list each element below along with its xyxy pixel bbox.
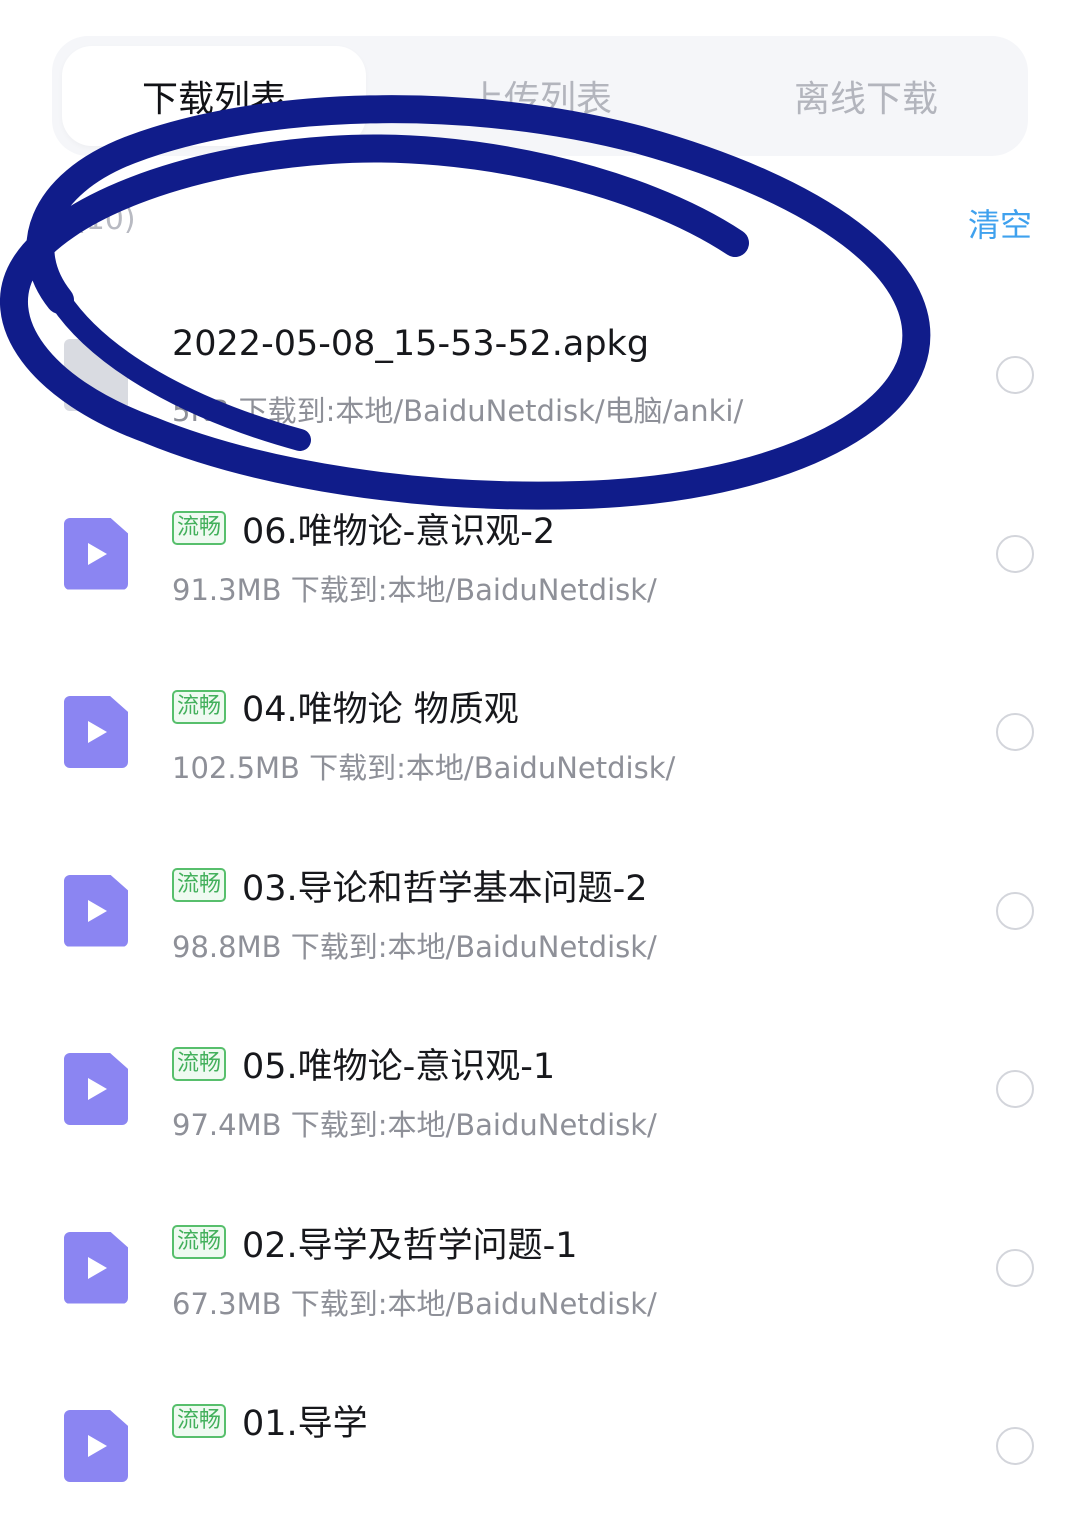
download-item[interactable]: 流畅 04.唯物论 物质观 102.5MB 下载到:本地/BaiduNetdisk/ xyxy=(0,641,1080,820)
item-title-line: 流畅 06.唯物论-意识观-2 xyxy=(172,503,555,554)
quality-badge: 流畅 xyxy=(172,1046,227,1081)
quality-badge: 流畅 xyxy=(172,689,227,724)
select-checkbox[interactable] xyxy=(996,713,1034,751)
select-checkbox[interactable] xyxy=(996,534,1034,573)
file-name: 04.唯物论 物质观 xyxy=(242,690,519,730)
select-checkbox[interactable] xyxy=(996,1070,1034,1108)
file-name: 03.导论和哲学基本问题-2 xyxy=(242,868,648,909)
file-meta: 67.3MB 下载到:本地/BaiduNetdisk/ xyxy=(172,1286,657,1321)
item-title-line: 流畅 02.导学及哲学问题-1 xyxy=(172,1217,578,1268)
video-file-icon xyxy=(64,517,128,590)
quality-badge: 流畅 xyxy=(172,511,227,545)
play-icon xyxy=(88,1256,107,1279)
download-item[interactable]: 流畅 01.导学 xyxy=(0,1355,1080,1534)
play-icon xyxy=(88,1435,107,1457)
item-title-line: 流畅 05.唯物论-意识观-1 xyxy=(172,1038,555,1089)
file-name: 06.唯物论-意识观-2 xyxy=(242,511,556,552)
file-meta: 102.5MB 下载到:本地/BaiduNetdisk/ xyxy=(172,751,676,785)
play-icon xyxy=(88,899,107,922)
item-title-line: 2022-05-08_15-53-52.apkg xyxy=(172,324,649,364)
file-name: 2022-05-08_15-53-52.apkg xyxy=(172,324,650,364)
select-checkbox[interactable] xyxy=(996,1248,1034,1287)
download-item[interactable]: 流畅 03.导论和哲学基本问题-2 98.8MB 下载到:本地/BaiduNetdi… xyxy=(0,820,1080,999)
file-meta: 97.4MB 下载到:本地/BaiduNetdisk/ xyxy=(172,1108,657,1142)
file-name: 05.唯物论-意识观-1 xyxy=(242,1047,556,1087)
tab-download-list[interactable]: 下载列表 xyxy=(62,46,366,146)
file-name: 01.导学 xyxy=(242,1404,368,1444)
video-file-icon xyxy=(64,1231,128,1304)
select-checkbox[interactable] xyxy=(996,356,1034,394)
tab-upload-list[interactable]: 上传列表 xyxy=(388,46,692,146)
quality-badge: 流畅 xyxy=(172,1403,227,1438)
file-meta: 98.8MB 下载到:本地/BaiduNetdisk/ xyxy=(172,929,657,964)
select-checkbox[interactable] xyxy=(996,1427,1034,1465)
item-title-line: 流畅 01.导学 xyxy=(172,1395,368,1446)
file-name: 02.导学及哲学问题-1 xyxy=(242,1225,578,1266)
item-title-line: 流畅 04.唯物论 物质观 xyxy=(172,681,519,732)
video-file-icon xyxy=(64,1410,128,1482)
download-item[interactable]: 流畅 06.唯物论-意识观-2 91.3MB 下载到:本地/BaiduNetdisk… xyxy=(0,463,1080,642)
file-meta: 91.3MB 下载到:本地/BaiduNetdisk/ xyxy=(172,572,657,607)
download-item[interactable]: 2022-05-08_15-53-52.apkg 5KB 下载到:本地/Baidu… xyxy=(0,284,1080,463)
download-list: 2022-05-08_15-53-52.apkg 5KB 下载到:本地/Baidu… xyxy=(0,284,1080,1534)
download-item[interactable]: 流畅 02.导学及哲学问题-1 67.3MB 下载到:本地/BaiduNetdisk… xyxy=(0,1177,1080,1356)
section-count: (10) xyxy=(74,202,136,237)
video-file-icon xyxy=(64,1053,128,1125)
quality-badge: 流畅 xyxy=(172,1225,227,1259)
select-checkbox[interactable] xyxy=(996,891,1034,930)
clear-all-button[interactable]: 清空 xyxy=(968,200,1032,246)
play-icon xyxy=(88,721,107,743)
tab-offline-download[interactable]: 离线下载 xyxy=(714,46,1018,146)
item-title-line: 流畅 03.导论和哲学基本问题-2 xyxy=(172,860,648,911)
video-file-icon xyxy=(64,696,128,768)
transfer-tabs: 下载列表 上传列表 离线下载 xyxy=(52,36,1028,156)
quality-badge: 流畅 xyxy=(172,868,227,902)
download-item[interactable]: 流畅 05.唯物论-意识观-1 97.4MB 下载到:本地/BaiduNetdisk… xyxy=(0,998,1080,1177)
play-icon xyxy=(88,542,107,565)
play-icon xyxy=(88,1078,107,1100)
video-file-icon xyxy=(64,874,128,947)
file-meta: 5KB 下载到:本地/BaiduNetdisk/电脑/anki/ xyxy=(172,394,744,428)
section-header: (10) 清空 xyxy=(74,194,1032,250)
generic-file-icon xyxy=(64,339,128,411)
